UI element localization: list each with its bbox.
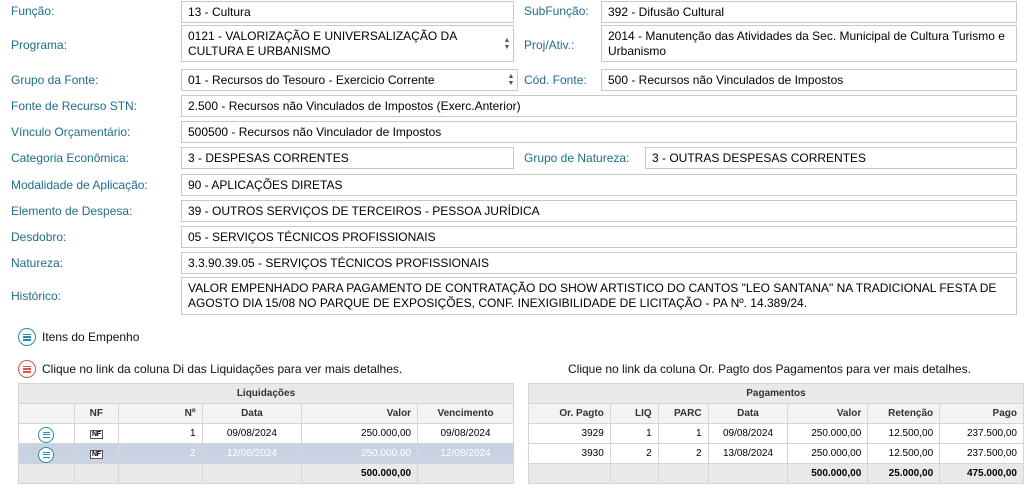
- cell-valor: 250.000,00: [787, 423, 869, 444]
- col-num[interactable]: Nº: [117, 403, 203, 424]
- cell-data: 13/08/2024: [707, 443, 789, 464]
- categoria-label: Categoria Econômica:: [11, 151, 130, 165]
- proj-ativ-field[interactable]: 2014 - Manutenção das Atividades da Sec.…: [601, 25, 1017, 62]
- cell-parc: 1: [657, 423, 709, 444]
- nf-document-icon[interactable]: NF: [89, 430, 103, 439]
- cell-valor: 250.000,00: [787, 443, 869, 464]
- cell-liq: 2: [609, 443, 659, 464]
- table-row[interactable]: 3930 2 2 13/08/2024 250.000,00 12.500,00…: [528, 443, 1024, 464]
- list-circle-icon: [18, 328, 36, 346]
- pagamentos-table: Pagamentos Or. Pagto LIQ PARC Data Valor…: [528, 383, 1024, 484]
- fonte-stn-label: Fonte de Recurso STN:: [11, 99, 138, 113]
- elemento-label: Elemento de Despesa:: [11, 204, 133, 218]
- cell-data: 09/08/2024: [707, 423, 789, 444]
- grupo-fonte-label: Grupo da Fonte:: [11, 73, 99, 87]
- grupo-fonte-field[interactable]: 01 - Recursos do Tesouro - Exercicio Cor…: [181, 69, 518, 91]
- total-valor: 500.000,00: [787, 463, 869, 484]
- programa-label: Programa:: [11, 38, 68, 52]
- col-parc[interactable]: PARC: [657, 403, 709, 424]
- table-row[interactable]: NF 1 09/08/2024 250.000,00 09/08/2024: [18, 423, 514, 444]
- natureza-label: Natureza:: [11, 256, 64, 270]
- cell-valor: 250.000,00: [301, 443, 419, 464]
- proj-ativ-label: Proj/Ativ.:: [524, 38, 575, 52]
- cell-retencao: 12.500,00: [867, 443, 941, 464]
- grupo-fonte-value: 01 - Recursos do Tesouro - Exercicio Cor…: [188, 73, 435, 87]
- cell-num: 2: [117, 443, 203, 464]
- pagamentos-caption: Pagamentos: [528, 383, 1024, 404]
- col-liq[interactable]: LIQ: [609, 403, 659, 424]
- table-row[interactable]: NF 2 12/08/2024 250.000,00 12/08/2024: [18, 443, 514, 464]
- subfuncao-field[interactable]: 392 - Difusão Cultural: [601, 1, 1017, 23]
- cell-data: 09/08/2024: [201, 423, 303, 444]
- grupo-natureza-label: Grupo de Natureza:: [524, 151, 630, 165]
- historico-label: Histórico:: [11, 289, 62, 303]
- cell-data: 12/08/2024: [201, 443, 303, 464]
- col-retencao[interactable]: Retenção: [867, 403, 941, 424]
- programa-field[interactable]: 0121 - VALORIZAÇÃO E UNIVERSALIZAÇÃO DA …: [181, 25, 514, 62]
- col-nf[interactable]: NF: [73, 403, 119, 424]
- col-or-pagto[interactable]: Or. Pagto: [528, 403, 611, 424]
- col-data[interactable]: Data: [201, 403, 303, 424]
- liquidacoes-caption: Liquidações: [18, 383, 514, 404]
- pagamentos-hint: Clique no link da coluna Or. Pagto dos P…: [568, 362, 971, 376]
- elemento-field[interactable]: 39 - OUTROS SERVIÇOS DE TERCEIROS - PESS…: [181, 200, 1017, 222]
- list-circle-icon[interactable]: [38, 446, 55, 463]
- totals-row: 500.000,00 25.000,00 475.000,00: [528, 463, 1024, 484]
- cod-fonte-field[interactable]: 500 - Recursos não Vinculados de Imposto…: [601, 69, 1017, 91]
- liquidacoes-hint-text: Clique no link da coluna Di das Liquidaç…: [42, 362, 403, 376]
- liquidacoes-hint: Clique no link da coluna Di das Liquidaç…: [18, 360, 402, 378]
- col-valor[interactable]: Valor: [787, 403, 869, 424]
- nf-document-icon[interactable]: NF: [89, 450, 103, 459]
- subfuncao-label: SubFunção:: [524, 4, 589, 18]
- col-pago[interactable]: Pago: [939, 403, 1024, 424]
- col-data[interactable]: Data: [707, 403, 789, 424]
- liquidacoes-table: Liquidações NF Nº Data Valor Vencimento …: [18, 383, 514, 484]
- table-row[interactable]: 3929 1 1 09/08/2024 250.000,00 12.500,00…: [528, 423, 1024, 444]
- grupo-natureza-field[interactable]: 3 - OUTRAS DESPESAS CORRENTES: [645, 147, 1017, 169]
- spin-updown-icon[interactable]: ▲ ▼: [507, 73, 515, 87]
- cell-or-pagto[interactable]: 3930: [528, 443, 611, 464]
- vinculo-label: Vínculo Orçamentário:: [11, 125, 131, 139]
- list-circle-icon: [18, 360, 36, 378]
- totals-row: 500.000,00: [18, 463, 514, 484]
- cell-liq: 1: [609, 423, 659, 444]
- funcao-field[interactable]: 13 - Cultura: [181, 1, 514, 23]
- categoria-field[interactable]: 3 - DESPESAS CORRENTES: [181, 147, 514, 169]
- desdobro-field[interactable]: 05 - SERVIÇOS TÉCNICOS PROFISSIONAIS: [181, 226, 1017, 248]
- list-circle-icon[interactable]: [38, 426, 55, 443]
- programa-value: 0121 - VALORIZAÇÃO E UNIVERSALIZAÇÃO DA …: [188, 29, 457, 58]
- cell-parc: 2: [657, 443, 709, 464]
- modalidade-field[interactable]: 90 - APLICAÇÕES DIRETAS: [181, 174, 1017, 196]
- modalidade-label: Modalidade de Aplicação:: [11, 178, 148, 192]
- col-vencimento[interactable]: Vencimento: [417, 403, 514, 424]
- pagamentos-hint-text: Clique no link da coluna Or. Pagto dos P…: [568, 362, 971, 376]
- cell-vencimento: 12/08/2024: [417, 443, 514, 464]
- total-pago: 475.000,00: [939, 463, 1024, 484]
- col-valor[interactable]: Valor: [301, 403, 419, 424]
- fonte-stn-field[interactable]: 2.500 - Recursos não Vinculados de Impos…: [181, 95, 1017, 117]
- funcao-label: Função:: [11, 4, 55, 18]
- itens-empenho-label: Itens do Empenho: [42, 330, 140, 344]
- cell-or-pagto[interactable]: 3929: [528, 423, 611, 444]
- cell-num: 1: [117, 423, 203, 444]
- total-valor: 500.000,00: [301, 463, 419, 484]
- cell-vencimento: 09/08/2024: [417, 423, 514, 444]
- cod-fonte-label: Cód. Fonte:: [524, 73, 587, 87]
- vinculo-field[interactable]: 500500 - Recursos não Vinculador de Impo…: [181, 121, 1017, 143]
- cell-pago: 237.500,00: [939, 443, 1024, 464]
- total-retencao: 25.000,00: [867, 463, 941, 484]
- historico-field[interactable]: VALOR EMPENHADO PARA PAGAMENTO DE CONTRA…: [181, 277, 1017, 315]
- cell-pago: 237.500,00: [939, 423, 1024, 444]
- itens-empenho-header[interactable]: Itens do Empenho: [18, 328, 139, 346]
- cell-valor: 250.000,00: [301, 423, 419, 444]
- desdobro-label: Desdobro:: [11, 230, 67, 244]
- spin-updown-icon[interactable]: ▲ ▼: [503, 37, 511, 51]
- cell-retencao: 12.500,00: [867, 423, 941, 444]
- col-icon: [18, 403, 75, 424]
- natureza-field[interactable]: 3.3.90.39.05 - SERVIÇOS TÉCNICOS PROFISS…: [181, 252, 1017, 274]
